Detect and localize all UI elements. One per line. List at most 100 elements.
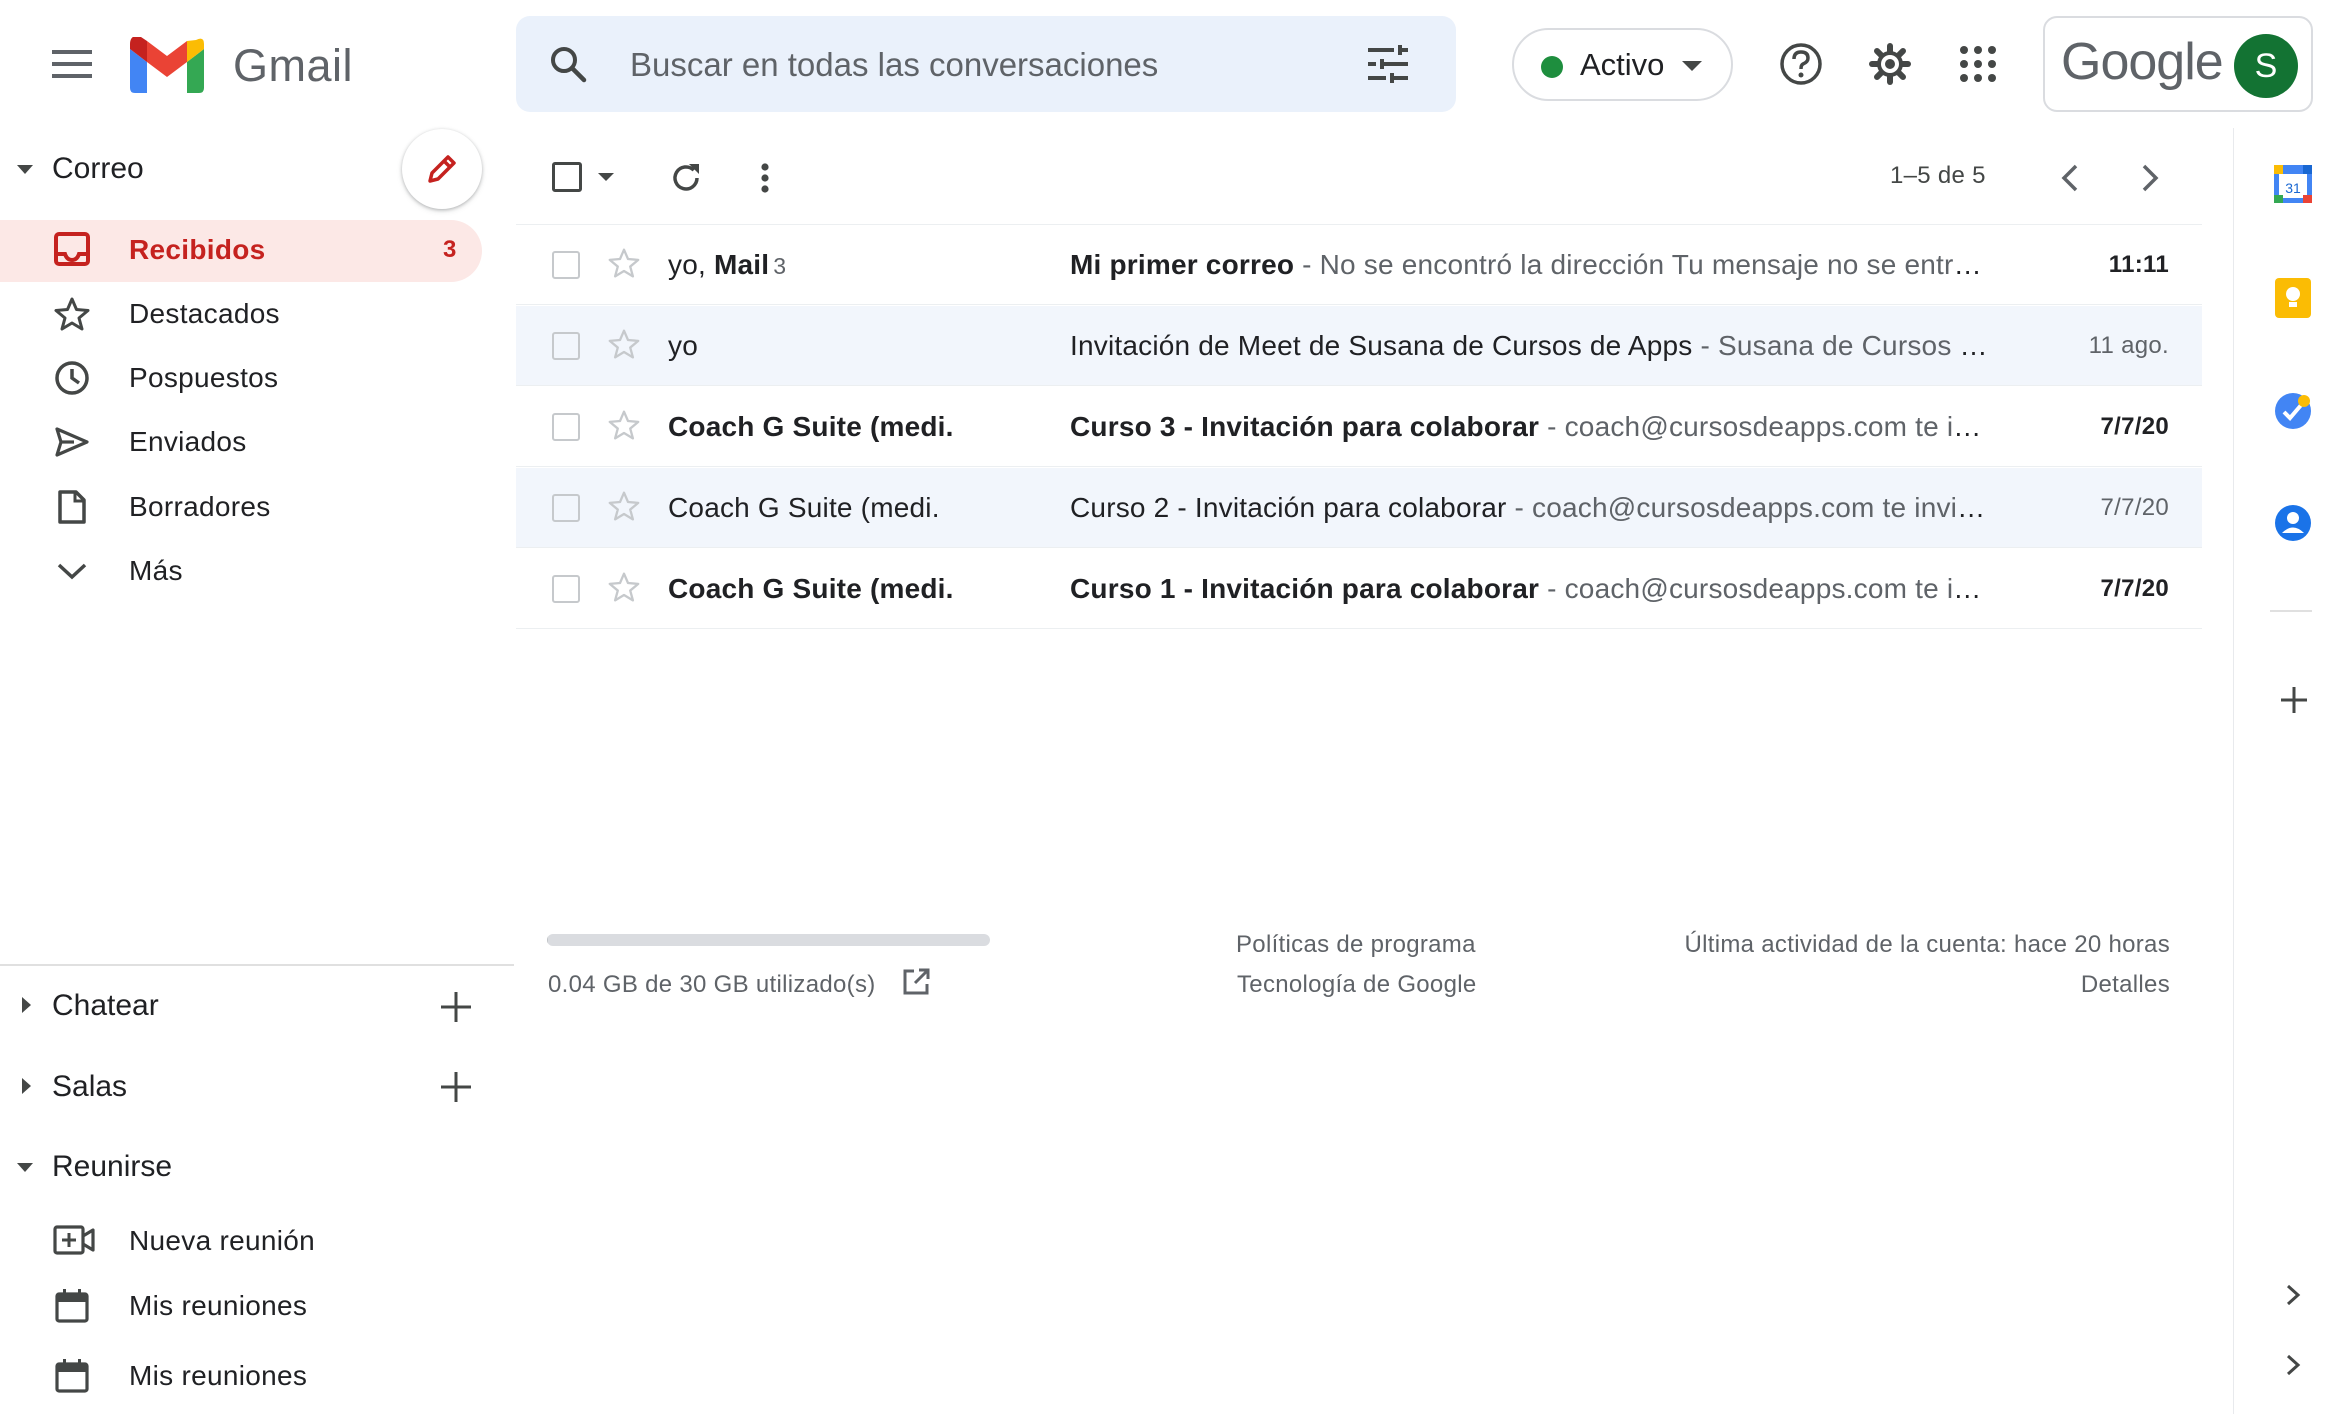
- email-subject: Curso 1 - Invitación para colaborar: [1070, 573, 1540, 604]
- sidebar-item-more[interactable]: Más: [129, 555, 183, 587]
- help-icon[interactable]: [1777, 40, 1825, 88]
- compose-button[interactable]: [402, 129, 482, 209]
- email-row[interactable]: Coach G Suite (medi. Curso 2 - Invitación…: [516, 468, 2202, 548]
- meet-section-title[interactable]: Reunirse: [52, 1150, 172, 1184]
- google-wordmark: Google: [2061, 33, 2224, 91]
- account-switcher[interactable]: Google S: [2043, 16, 2313, 112]
- sidebar-item-drafts[interactable]: Borradores: [129, 491, 271, 523]
- email-row[interactable]: Coach G Suite (medi. Curso 3 - Invitación…: [516, 387, 2202, 467]
- calendar-day: 31: [2285, 180, 2301, 196]
- sidebar-item-inbox-label[interactable]: Recibidos: [129, 234, 266, 266]
- contacts-app-icon[interactable]: [2273, 503, 2313, 543]
- calendar-app-icon[interactable]: 31: [2273, 164, 2313, 204]
- star-toggle-icon[interactable]: [608, 247, 640, 279]
- keep-app-icon[interactable]: [2273, 278, 2313, 318]
- caret-down-icon[interactable]: [17, 165, 33, 174]
- email-snippet: - Susana de Cursos de Apps te invita a u…: [1700, 330, 1990, 361]
- select-all-checkbox[interactable]: [552, 162, 582, 192]
- email-date: 7/7/20: [2100, 575, 2169, 602]
- email-snippet: - coach@cursosdeapps.com te invita a col…: [1547, 573, 1990, 604]
- email-checkbox[interactable]: [552, 494, 580, 522]
- search-options-icon[interactable]: [1366, 42, 1410, 86]
- star-toggle-icon[interactable]: [608, 409, 640, 441]
- email-subject: Curso 3 - Invitación para colaborar: [1070, 411, 1540, 442]
- caret-down-icon[interactable]: [17, 1163, 33, 1172]
- rooms-section-title[interactable]: Salas: [52, 1070, 127, 1104]
- email-checkbox[interactable]: [552, 332, 580, 360]
- pencil-icon: [428, 155, 456, 183]
- email-checkbox[interactable]: [552, 413, 580, 441]
- meet-my-meetings-2[interactable]: Mis reuniones: [129, 1360, 307, 1392]
- caret-right-icon[interactable]: [22, 997, 31, 1013]
- search-bar[interactable]: Buscar en todas las conversaciones: [516, 16, 1456, 112]
- program-policies-link[interactable]: Políticas de programa: [1236, 931, 1476, 959]
- expand-side-panel-icon[interactable]: [2276, 1348, 2310, 1382]
- email-subject-line: Curso 2 - Invitación para colaborar - co…: [1070, 492, 1990, 524]
- storage-text: 0.04 GB de 30 GB utilizado(s): [548, 971, 876, 998]
- open-in-new-icon[interactable]: [898, 964, 934, 1000]
- email-row[interactable]: yo, Mail 3 Mi primer correo - No se encont…: [516, 225, 2202, 305]
- email-snippet: - No se encontró la dirección Tu mensaje…: [1302, 249, 1990, 280]
- email-row[interactable]: Coach G Suite (medi. Curso 1 - Invitación…: [516, 549, 2202, 629]
- search-input[interactable]: Buscar en todas las conversaciones: [630, 46, 1158, 84]
- email-subject-line: Invitación de Meet de Susana de Cursos d…: [1070, 330, 1990, 362]
- meet-my-meetings[interactable]: Mis reuniones: [129, 1290, 307, 1322]
- chat-section-title[interactable]: Chatear: [52, 989, 159, 1023]
- email-sender: yo: [668, 330, 702, 362]
- caret-down-icon: [1682, 61, 1702, 71]
- powered-by-google: Tecnología de Google: [1237, 971, 1477, 998]
- app-name: Gmail: [233, 40, 354, 91]
- settings-gear-icon[interactable]: [1866, 40, 1914, 88]
- star-toggle-icon[interactable]: [608, 328, 640, 360]
- chevron-right-icon[interactable]: [2130, 158, 2170, 198]
- email-snippet: - coach@cursosdeapps.com te invita a col…: [1514, 492, 1990, 523]
- storage-fill: [547, 934, 548, 946]
- email-date: 7/7/20: [2100, 494, 2169, 521]
- chevron-left-icon[interactable]: [2050, 158, 2090, 198]
- clock-icon: [52, 358, 92, 398]
- add-chat-icon[interactable]: [436, 987, 476, 1027]
- search-icon[interactable]: [546, 42, 590, 86]
- avatar[interactable]: S: [2234, 34, 2298, 98]
- main-menu-icon[interactable]: [44, 40, 100, 88]
- select-dropdown-icon[interactable]: [598, 173, 614, 181]
- meet-new-meeting[interactable]: Nueva reunión: [129, 1225, 315, 1257]
- star-toggle-icon[interactable]: [608, 571, 640, 603]
- send-icon: [52, 422, 92, 462]
- tasks-app-icon[interactable]: [2273, 391, 2313, 431]
- apps-grid-icon[interactable]: [1956, 42, 2000, 86]
- email-subject-line: Curso 3 - Invitación para colaborar - co…: [1070, 411, 1990, 443]
- thread-count: 3: [773, 253, 787, 279]
- chevron-right-icon[interactable]: [2276, 1278, 2310, 1312]
- more-vert-icon[interactable]: [750, 158, 780, 198]
- sender-name: yo,: [668, 249, 714, 280]
- email-subject: Invitación de Meet de Susana de Cursos d…: [1070, 330, 1693, 361]
- inbox-icon: [52, 229, 92, 269]
- refresh-icon[interactable]: [666, 158, 706, 198]
- gmail-logo-icon[interactable]: [128, 36, 206, 94]
- email-row[interactable]: yo Invitación de Meet de Susana de Cursos…: [516, 306, 2202, 386]
- sidebar-item-snoozed[interactable]: Pospuestos: [129, 362, 278, 394]
- video-plus-icon: [52, 1220, 96, 1260]
- email-sender: Coach G Suite (medi.: [668, 573, 958, 605]
- rail-divider: [2270, 610, 2312, 612]
- side-panel-divider: [2233, 128, 2234, 1414]
- add-room-icon[interactable]: [436, 1067, 476, 1107]
- add-addon-icon[interactable]: [2277, 683, 2311, 717]
- sender-name: Coach G Suite (medi.: [668, 492, 940, 523]
- calendar-icon: [52, 1286, 92, 1326]
- mail-section-title[interactable]: Correo: [52, 152, 144, 186]
- status-dot: [1541, 56, 1563, 78]
- sender-name-bold: Coach G Suite (medi.: [668, 411, 954, 442]
- email-checkbox[interactable]: [552, 575, 580, 603]
- sidebar-item-sent[interactable]: Enviados: [129, 426, 247, 458]
- caret-right-icon[interactable]: [22, 1078, 31, 1094]
- sidebar-item-starred[interactable]: Destacados: [129, 298, 280, 330]
- sender-name-bold: Mail: [713, 249, 770, 280]
- email-checkbox[interactable]: [552, 251, 580, 279]
- star-toggle-icon[interactable]: [608, 490, 640, 522]
- email-snippet: - coach@cursosdeapps.com te invita a col…: [1547, 411, 1990, 442]
- details-link[interactable]: Detalles: [2081, 971, 2170, 999]
- status-selector[interactable]: Activo: [1512, 28, 1733, 101]
- inbox-unread-count: 3: [443, 236, 457, 263]
